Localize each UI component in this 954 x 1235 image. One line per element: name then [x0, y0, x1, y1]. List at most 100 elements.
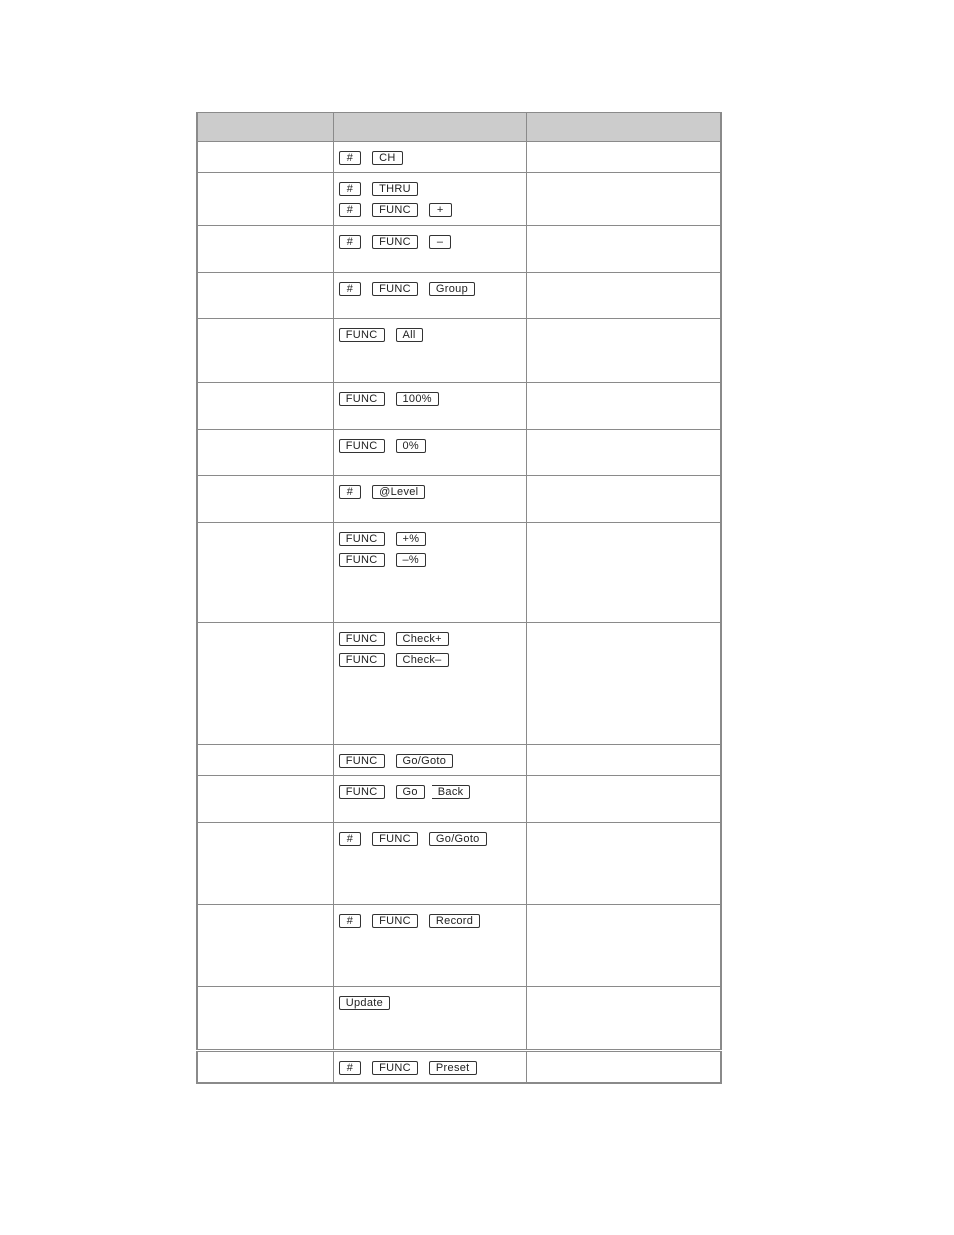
key-sequence-line: FUNC Go Back: [338, 784, 526, 800]
table-row: # CH: [196, 141, 722, 173]
key-cap-icon: +: [428, 203, 452, 217]
table-row: # THRU # FUNC +: [196, 172, 722, 226]
key-cap-icon: #: [338, 235, 362, 249]
function-label-cell: [196, 429, 334, 476]
function-label-cell: [196, 318, 334, 383]
key-cap-icon: #: [338, 832, 362, 846]
description-cell: [525, 622, 722, 745]
key-cap-icon: 100%: [395, 392, 439, 406]
key-cap-icon: FUNC: [338, 439, 385, 453]
key-cap-icon: #: [338, 151, 362, 165]
key-sequence-cell: # FUNC Go/Goto: [332, 822, 527, 905]
key-cap-icon: Group: [428, 282, 475, 296]
key-sequence-cell: FUNC Go/Goto: [332, 744, 527, 776]
key-sequence-line: # FUNC Preset: [338, 1060, 526, 1076]
table-row: # FUNC Preset: [196, 1049, 722, 1083]
key-cap-icon: 0%: [395, 439, 426, 453]
key-sequence-line: # FUNC Group: [338, 281, 526, 297]
key-sequence-line: # @Level: [338, 484, 526, 500]
description-cell: [525, 382, 722, 430]
function-label-cell: [196, 382, 334, 430]
description-cell: [525, 775, 722, 823]
key-sequence-line: # FUNC Record: [338, 913, 526, 929]
key-sequence-line: FUNC –%: [338, 552, 526, 568]
function-label-cell: [196, 1049, 334, 1083]
table-row: FUNC All: [196, 318, 722, 383]
key-sequence-line: # CH: [338, 150, 526, 166]
key-cap-icon: Preset: [428, 1061, 477, 1075]
description-cell: [525, 475, 722, 523]
key-sequence-cell: # @Level: [332, 475, 527, 523]
table-row: FUNC Go/Goto: [196, 744, 722, 776]
table-row: # FUNC Go/Goto: [196, 822, 722, 905]
key-sequence-line: # FUNC Go/Goto: [338, 831, 526, 847]
key-sequence-cell: FUNC 0%: [332, 429, 527, 476]
key-cap-icon: +%: [395, 532, 427, 546]
key-cap-icon: FUNC: [338, 328, 385, 342]
function-label-cell: [196, 904, 334, 987]
description-cell: [525, 822, 722, 905]
key-cap-icon: All: [395, 328, 423, 342]
function-label-cell: [196, 775, 334, 823]
description-cell: [525, 429, 722, 476]
function-label-cell: [196, 475, 334, 523]
key-cap-icon: FUNC: [338, 532, 385, 546]
table-row: # FUNC Record: [196, 904, 722, 987]
key-cap-icon: Check–: [395, 653, 449, 667]
description-cell: [525, 318, 722, 383]
key-sequence-line: FUNC 0%: [338, 438, 526, 454]
key-cap-icon: #: [338, 282, 362, 296]
description-cell: [525, 522, 722, 623]
table-header-row: [196, 112, 722, 142]
key-cap-icon: Update: [338, 996, 391, 1010]
key-cap-icon: FUNC: [338, 392, 385, 406]
header-cell-description: [525, 112, 722, 142]
key-sequence-line: Update: [338, 995, 526, 1011]
key-sequence-cell: # FUNC Group: [332, 272, 527, 319]
key-cap-icon: THRU: [372, 182, 418, 196]
key-sequence-cell: FUNC All: [332, 318, 527, 383]
key-cap-icon: –%: [395, 553, 426, 567]
description-cell: [525, 1049, 722, 1083]
key-cap-icon: Go: [395, 785, 425, 799]
key-sequence-line: FUNC +%: [338, 531, 526, 547]
key-sequence-line: FUNC 100%: [338, 391, 526, 407]
table-row: FUNC 100%: [196, 382, 722, 430]
function-label-cell: [196, 822, 334, 905]
function-label-cell: [196, 622, 334, 745]
key-cap-icon: Go/Goto: [428, 832, 487, 846]
key-sequence-cell: FUNC Check+ FUNC Check–: [332, 622, 527, 745]
table-row: # FUNC –: [196, 225, 722, 273]
function-label-cell: [196, 744, 334, 776]
key-cap-icon: Back: [431, 785, 471, 799]
table-row: FUNC 0%: [196, 429, 722, 476]
key-sequence-cell: FUNC 100%: [332, 382, 527, 430]
key-sequence-cell: # CH: [332, 141, 527, 173]
key-sequence-cell: # FUNC Record: [332, 904, 527, 987]
description-cell: [525, 986, 722, 1051]
key-cap-icon: Go/Goto: [395, 754, 454, 768]
function-label-cell: [196, 986, 334, 1051]
function-label-cell: [196, 225, 334, 273]
key-sequence-line: # FUNC –: [338, 234, 526, 250]
key-cap-icon: FUNC: [338, 754, 385, 768]
header-cell-keys: [332, 112, 527, 142]
description-cell: [525, 225, 722, 273]
key-cap-icon: #: [338, 914, 362, 928]
key-cap-icon: FUNC: [338, 632, 385, 646]
key-sequence-cell: Update: [332, 986, 527, 1051]
key-cap-icon: FUNC: [338, 653, 385, 667]
key-cap-icon: FUNC: [372, 203, 418, 217]
description-cell: [525, 272, 722, 319]
header-cell-function: [196, 112, 334, 142]
key-sequence-cell: # FUNC Preset: [332, 1049, 527, 1083]
key-cap-icon: #: [338, 1061, 362, 1075]
description-cell: [525, 141, 722, 173]
key-sequence-line: FUNC Check+: [338, 631, 526, 647]
table-row: FUNC +% FUNC –%: [196, 522, 722, 623]
description-cell: [525, 904, 722, 987]
key-cap-icon: CH: [372, 151, 403, 165]
key-sequence-line: # THRU: [338, 181, 526, 197]
key-sequence-cell: FUNC +% FUNC –%: [332, 522, 527, 623]
key-cap-icon: FUNC: [372, 832, 418, 846]
